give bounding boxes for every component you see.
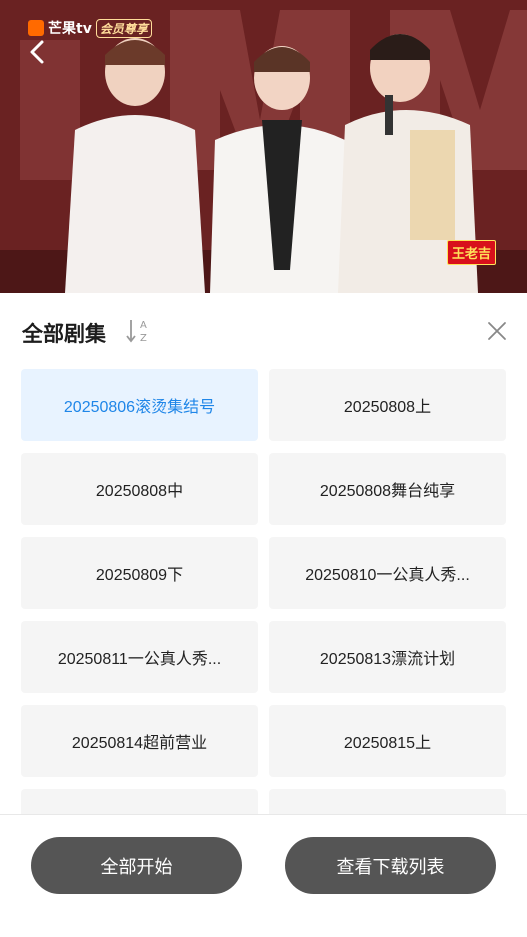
sort-az-icon[interactable]: A Z	[126, 318, 154, 344]
episode-label: 20250815上	[343, 735, 432, 752]
start-all-button[interactable]: 全部开始	[31, 837, 242, 894]
episode-label: 20250806滚烫集结号	[63, 399, 216, 416]
panel-header: 全部剧集 A Z	[0, 293, 527, 369]
episode-item[interactable]: 20250815上	[269, 705, 506, 777]
episode-panel: 全部剧集 A Z 20250806滚烫集结号 20250808上 2025080…	[0, 293, 527, 937]
episode-label: 20250811一公真人秀...	[57, 651, 222, 668]
episode-item[interactable]: 20250808上	[269, 369, 506, 441]
episode-label: 20250810一公真人秀...	[305, 567, 470, 584]
mango-tv-logo: 芒果tv 会员尊享	[28, 18, 152, 38]
episode-item[interactable]: 20250809下	[21, 537, 258, 609]
vip-badge: 会员尊享	[95, 18, 152, 38]
episode-label: 20250808舞台纯享	[319, 483, 456, 500]
sponsor-badge: 王老吉	[447, 240, 497, 265]
episode-item[interactable]: 20250811一公真人秀...	[21, 621, 258, 693]
view-download-list-button[interactable]: 查看下载列表	[285, 837, 496, 894]
episode-item[interactable]	[21, 789, 258, 814]
episode-label: 20250809下	[95, 567, 184, 584]
svg-text:Z: Z	[140, 333, 147, 344]
panel-footer: 全部开始 查看下载列表	[0, 814, 527, 937]
episode-label: 20250814超前营业	[71, 735, 208, 752]
episode-item[interactable]	[269, 789, 506, 814]
episode-item[interactable]: 20250810一公真人秀...	[269, 537, 506, 609]
video-player[interactable]: 芒果tv 会员尊享 王老吉	[0, 0, 527, 293]
svg-text:A: A	[140, 320, 147, 331]
episode-label: 20250808上	[343, 399, 432, 416]
episode-item[interactable]: 20250808中	[21, 453, 258, 525]
back-arrow-icon[interactable]	[26, 38, 50, 66]
episode-item[interactable]: 20250814超前营业	[21, 705, 258, 777]
episode-grid[interactable]: 20250806滚烫集结号 20250808上 20250808中 202508…	[21, 369, 507, 814]
episode-label: 20250813漂流计划	[319, 651, 456, 668]
logo-mark-icon	[28, 20, 44, 36]
logo-text: 芒果tv	[48, 21, 92, 37]
episode-item[interactable]: 20250806滚烫集结号	[21, 369, 258, 441]
close-icon[interactable]	[486, 320, 508, 342]
panel-title: 全部剧集	[22, 323, 106, 346]
episode-label: 20250808中	[95, 483, 184, 500]
episode-item[interactable]: 20250813漂流计划	[269, 621, 506, 693]
episode-item[interactable]: 20250808舞台纯享	[269, 453, 506, 525]
